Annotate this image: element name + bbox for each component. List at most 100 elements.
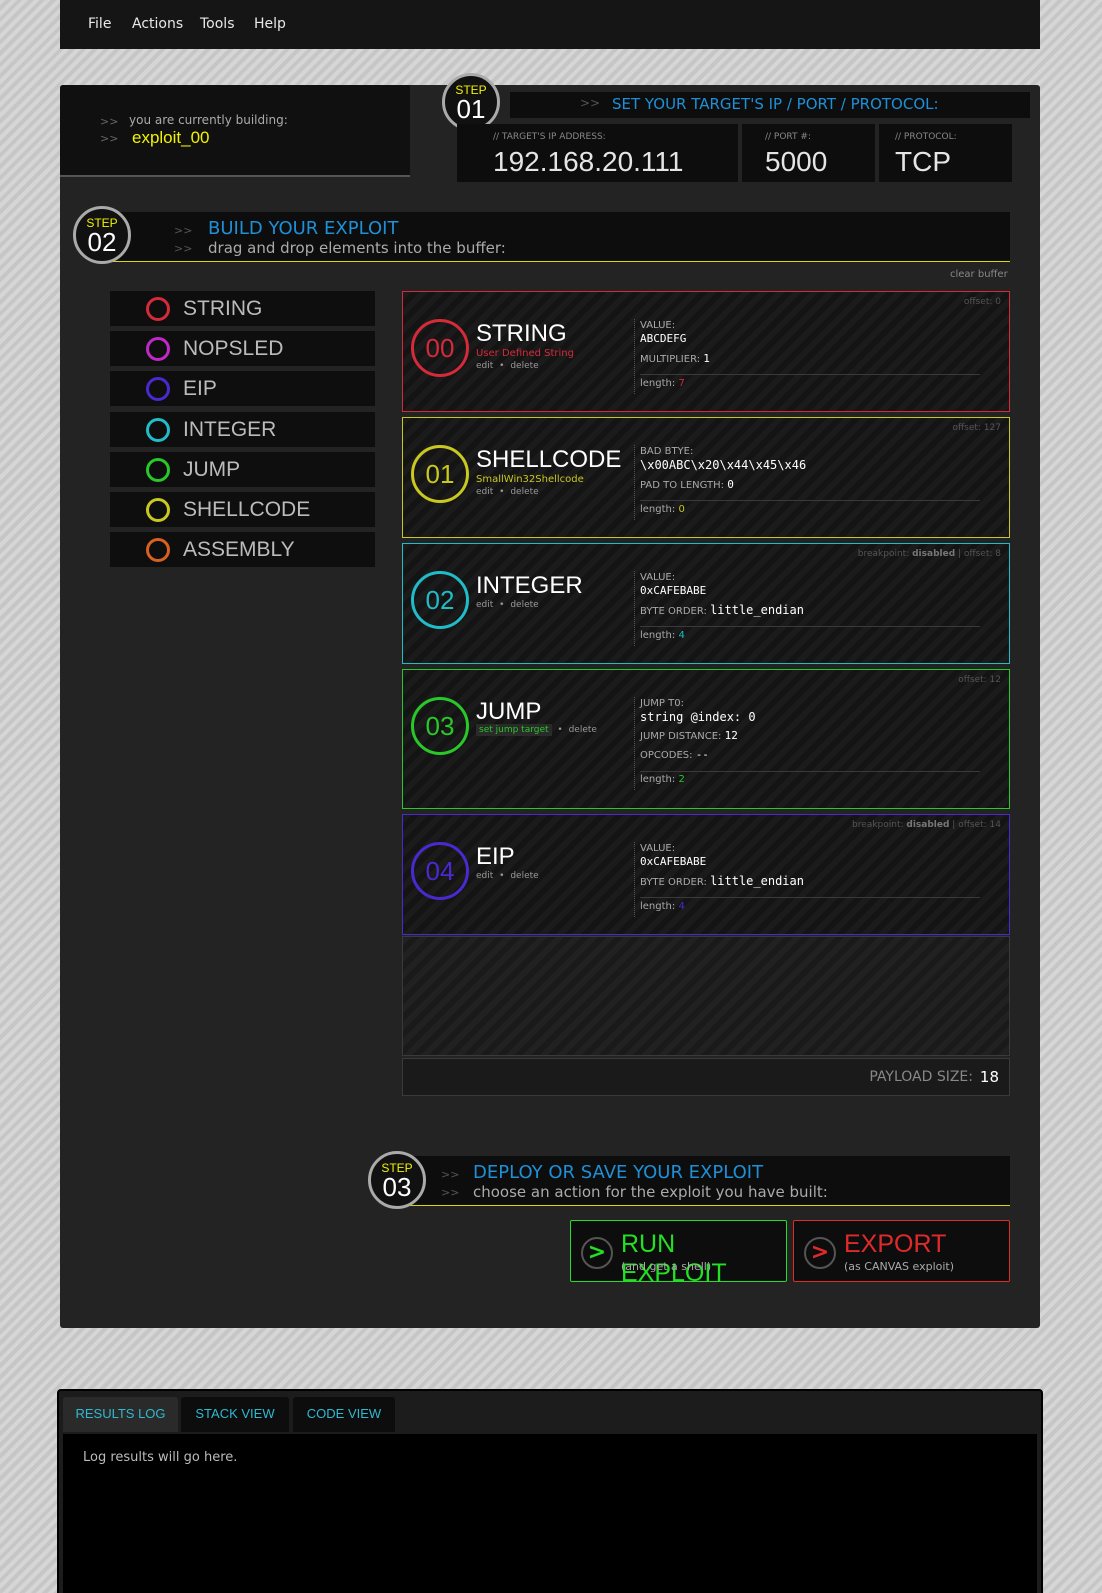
- export-sub: (as CANVAS exploit): [844, 1260, 955, 1273]
- palette-item-label: SHELLCODE: [183, 498, 311, 521]
- buffer-drop-zone[interactable]: [402, 936, 1010, 1056]
- field-value[interactable]: little_endian: [710, 874, 804, 888]
- field-value[interactable]: 0xCAFEBABE: [640, 855, 706, 868]
- field-divider: [634, 319, 635, 394]
- port-field[interactable]: // PORT #: 5000: [742, 124, 875, 182]
- current-exploit-box: >> >> you are currently building: exploi…: [60, 85, 410, 177]
- length-row: length: 4: [640, 901, 685, 912]
- edit-link[interactable]: edit: [476, 600, 493, 610]
- delete-link[interactable]: delete: [510, 361, 538, 371]
- step3-badge: STEP 03: [368, 1151, 426, 1209]
- length-row: length: 0: [640, 504, 685, 515]
- port-value[interactable]: 5000: [765, 146, 827, 178]
- field-value[interactable]: string @index: 0: [640, 710, 756, 724]
- step2-subtitle: drag and drop elements into the buffer:: [208, 239, 506, 257]
- delete-link[interactable]: delete: [569, 725, 597, 735]
- length-value: 4: [678, 630, 685, 641]
- step1-badge: STEP 01: [442, 73, 500, 131]
- field-label-text: BYTE ORDER:: [640, 877, 707, 888]
- tab-code-view[interactable]: CODE VIEW: [293, 1397, 395, 1432]
- block-actions: edit • delete: [476, 600, 539, 610]
- current-exploit-name: exploit_00: [132, 128, 210, 147]
- clear-buffer-link[interactable]: clear buffer: [950, 269, 1008, 280]
- length-label: length:: [640, 901, 676, 912]
- arrow-glyph: >>: [100, 115, 119, 128]
- tab-results-log[interactable]: RESULTS LOG: [63, 1397, 178, 1432]
- field-divider: [634, 571, 635, 646]
- step2-title: BUILD YOUR EXPLOIT: [208, 218, 399, 239]
- protocol-field[interactable]: // PROTOCOL: TCP: [879, 124, 1012, 182]
- export-button[interactable]: > EXPORT (as CANVAS exploit): [793, 1220, 1010, 1282]
- menu-tools[interactable]: Tools: [200, 16, 235, 32]
- step-number: 01: [456, 94, 486, 124]
- buffer-block-shellcode[interactable]: offset: 127 01 SHELLCODE SmallWin32Shell…: [402, 417, 1010, 538]
- menu-actions[interactable]: Actions: [132, 16, 183, 32]
- run-exploit-label: RUN EXPLOIT: [621, 1230, 727, 1287]
- protocol-value[interactable]: TCP: [895, 146, 951, 178]
- offset-label: | offset: 14: [952, 820, 1001, 830]
- field-label: VALUE:: [640, 572, 676, 583]
- edit-link[interactable]: edit: [476, 487, 493, 497]
- field-value[interactable]: \x00ABC\x20\x44\x45\x46: [640, 458, 806, 472]
- target-ip-field[interactable]: // TARGET'S IP ADDRESS: 192.168.20.111: [457, 124, 738, 182]
- payload-size-label: PAYLOAD SIZE:: [869, 1069, 973, 1085]
- bullet-separator: •: [557, 725, 563, 735]
- step2-header: >> >> BUILD YOUR EXPLOIT drag and drop e…: [102, 212, 1010, 262]
- edit-link[interactable]: edit: [476, 361, 493, 371]
- length-value: 2: [678, 774, 685, 785]
- buffer-block-integer[interactable]: breakpoint: disabled | offset: 8 02 INTE…: [402, 543, 1010, 664]
- breakpoint-toggle[interactable]: disabled: [912, 549, 955, 559]
- palette-item-integer[interactable]: INTEGER: [110, 412, 375, 447]
- menu-help[interactable]: Help: [254, 16, 286, 32]
- field-value[interactable]: 0: [727, 478, 734, 491]
- block-actions: set jump target • delete: [476, 724, 597, 736]
- buffer-block-string[interactable]: offset: 0 00 STRING User Defined String …: [402, 291, 1010, 412]
- field-divider: [634, 842, 635, 917]
- block-actions: edit • delete: [476, 361, 539, 371]
- field-value[interactable]: --: [696, 748, 709, 761]
- palette-item-string[interactable]: STRING: [110, 291, 375, 326]
- delete-link[interactable]: delete: [510, 487, 538, 497]
- buffer-block-jump[interactable]: offset: 12 03 JUMP set jump target • del…: [402, 669, 1010, 809]
- palette-item-label: STRING: [183, 297, 263, 320]
- field-value[interactable]: 1: [703, 352, 710, 365]
- tab-stack-view[interactable]: STACK VIEW: [181, 1397, 289, 1432]
- menu-file[interactable]: File: [88, 16, 111, 32]
- palette-item-nopsled[interactable]: NOPSLED: [110, 331, 375, 366]
- field-value[interactable]: 12: [725, 729, 738, 742]
- run-exploit-button[interactable]: > RUN EXPLOIT (and get a shell): [570, 1220, 787, 1287]
- palette-item-shellcode[interactable]: SHELLCODE: [110, 492, 375, 527]
- delete-link[interactable]: delete: [510, 600, 538, 610]
- field-label: BYTE ORDER: little_endian: [640, 603, 804, 617]
- arrow-glyph: >>: [174, 224, 193, 237]
- circle-icon: [146, 337, 170, 361]
- edit-link[interactable]: edit: [476, 871, 493, 881]
- buffer-block-eip[interactable]: breakpoint: disabled | offset: 14 04 EIP…: [402, 814, 1010, 935]
- port-label: // PORT #:: [765, 132, 811, 142]
- length-label: length:: [640, 504, 676, 515]
- step1-header: >> SET YOUR TARGET'S IP / PORT / PROTOCO…: [510, 92, 1030, 118]
- palette-item-eip[interactable]: EIP: [110, 371, 375, 406]
- delete-link[interactable]: delete: [510, 871, 538, 881]
- set-jump-target-button[interactable]: set jump target: [476, 724, 552, 736]
- length-label: length:: [640, 378, 676, 389]
- palette-item-assembly[interactable]: ASSEMBLY: [110, 532, 375, 567]
- builder-panel: >> >> you are currently building: exploi…: [60, 73, 1040, 1328]
- block-subtitle: User Defined String: [476, 348, 574, 359]
- palette-item-jump[interactable]: JUMP: [110, 452, 375, 487]
- field-value[interactable]: little_endian: [710, 603, 804, 617]
- field-value[interactable]: 0xCAFEBABE: [640, 584, 706, 597]
- block-index-badge: 02: [411, 571, 469, 629]
- step1-title: SET YOUR TARGET'S IP / PORT / PROTOCOL:: [612, 95, 939, 113]
- field-value[interactable]: ABCDEFG: [640, 332, 686, 345]
- results-log-area[interactable]: Log results will go here.: [63, 1434, 1037, 1593]
- field-label: BAD BTYE:: [640, 446, 694, 457]
- current-exploit-label: you are currently building:: [129, 113, 288, 127]
- arrow-glyph: >>: [174, 242, 193, 255]
- breakpoint-toggle[interactable]: disabled: [906, 820, 949, 830]
- field-label-text: JUMP DISTANCE:: [640, 731, 722, 742]
- length-value: 0: [678, 504, 685, 515]
- palette-item-label: ASSEMBLY: [183, 538, 295, 561]
- target-ip-value[interactable]: 192.168.20.111: [493, 146, 683, 178]
- arrow-glyph: >>: [100, 132, 119, 145]
